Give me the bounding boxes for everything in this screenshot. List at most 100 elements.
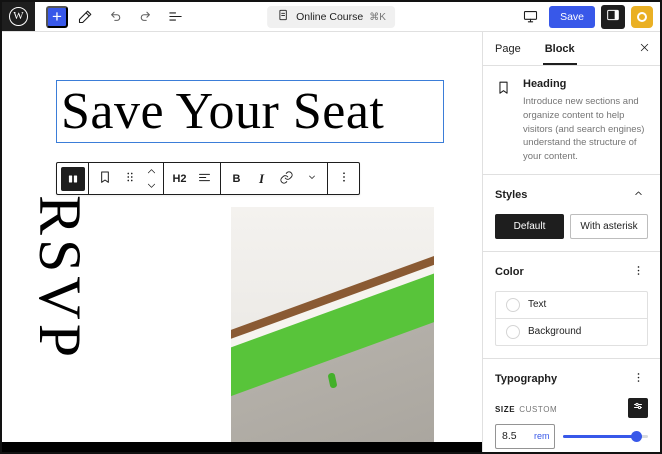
size-label: SIZE bbox=[495, 405, 515, 414]
plugin-icon bbox=[637, 12, 647, 22]
tab-block[interactable]: Block bbox=[533, 32, 587, 65]
style-with-asterisk-button[interactable]: With asterisk bbox=[570, 214, 648, 239]
sidebar-header: Page Block bbox=[483, 32, 660, 66]
font-size-controls: rem bbox=[495, 424, 648, 449]
block-inserter-button[interactable]: + bbox=[46, 6, 68, 28]
typography-title: Typography bbox=[495, 373, 557, 385]
redo-icon bbox=[137, 8, 154, 25]
redo-button[interactable] bbox=[132, 4, 158, 30]
editor-canvas: Save Your Seat bbox=[2, 32, 486, 452]
close-sidebar-button[interactable] bbox=[628, 32, 660, 65]
color-panel: Color Text Background bbox=[483, 251, 660, 358]
font-size-input[interactable] bbox=[502, 430, 530, 442]
text-color-row[interactable]: Text bbox=[496, 292, 647, 318]
size-labels: SIZE CUSTOM bbox=[495, 399, 557, 417]
heading-bookmark-icon bbox=[97, 169, 113, 188]
more-formats-button[interactable] bbox=[299, 164, 324, 193]
styles-panel-header: Styles bbox=[495, 185, 648, 205]
undo-button[interactable] bbox=[102, 4, 128, 30]
block-card: Heading Introduce new sections and organ… bbox=[483, 66, 660, 174]
block-type-button[interactable] bbox=[92, 164, 117, 193]
block-card-title: Heading bbox=[523, 78, 648, 90]
style-options: Default With asterisk bbox=[495, 214, 648, 239]
document-title-button[interactable]: Online Course ⌘K bbox=[267, 6, 395, 28]
save-button[interactable]: Save bbox=[549, 6, 595, 28]
font-size-label-row: SIZE CUSTOM bbox=[495, 398, 648, 418]
typography-panel: Typography SIZE CUSTOM bbox=[483, 358, 660, 452]
drag-handle[interactable] bbox=[117, 164, 142, 193]
align-button[interactable] bbox=[192, 164, 217, 193]
settings-sidebar-toggle[interactable] bbox=[601, 5, 625, 29]
move-down-button[interactable] bbox=[142, 179, 160, 194]
block-mover bbox=[142, 164, 160, 193]
link-icon bbox=[279, 170, 294, 188]
font-size-slider[interactable] bbox=[563, 426, 648, 446]
typography-panel-header: Typography bbox=[495, 369, 648, 389]
bold-button[interactable]: B bbox=[224, 164, 249, 193]
sliders-icon bbox=[632, 400, 644, 415]
chevron-up-icon bbox=[632, 187, 645, 203]
plugin-button[interactable] bbox=[631, 6, 653, 28]
toolbar-heading-segment: H2 bbox=[164, 163, 221, 194]
close-icon bbox=[638, 41, 651, 57]
toolbar-block-segment bbox=[89, 163, 164, 194]
heading-level-button[interactable]: H2 bbox=[167, 164, 192, 193]
command-palette-shortcut: ⌘K bbox=[369, 12, 386, 23]
size-presets-toggle-button[interactable] bbox=[628, 398, 648, 418]
size-custom-badge: CUSTOM bbox=[519, 405, 557, 414]
toolbar-format-segment: B I bbox=[221, 163, 328, 194]
page-icon bbox=[276, 8, 290, 27]
background-color-swatch bbox=[506, 325, 520, 339]
top-bar-right-tools: Save bbox=[517, 4, 660, 30]
plus-icon: + bbox=[52, 8, 62, 25]
vertical-heading-block[interactable]: RSVP bbox=[30, 195, 90, 361]
styles-panel: Styles Default With asterisk bbox=[483, 174, 660, 251]
styles-title: Styles bbox=[495, 189, 527, 201]
staircase-image-block[interactable] bbox=[231, 207, 434, 447]
ellipsis-vertical-icon bbox=[632, 371, 645, 387]
drag-dots-icon bbox=[123, 170, 137, 187]
desktop-icon bbox=[522, 8, 539, 25]
block-options-button[interactable] bbox=[331, 164, 356, 193]
block-card-text: Heading Introduce new sections and organ… bbox=[523, 78, 648, 164]
typography-options-menu-button[interactable] bbox=[628, 369, 648, 389]
link-button[interactable] bbox=[274, 164, 299, 193]
settings-sidebar: Page Block Heading Introduce new section… bbox=[482, 32, 660, 452]
style-default-button[interactable]: Default bbox=[495, 214, 564, 239]
edit-tool-button[interactable] bbox=[72, 4, 98, 30]
ellipsis-vertical-icon bbox=[632, 264, 645, 280]
columns-parent-icon bbox=[61, 167, 85, 191]
heading-block[interactable]: Save Your Seat bbox=[56, 80, 444, 143]
font-size-field: rem bbox=[495, 424, 555, 449]
styles-collapse-button[interactable] bbox=[628, 185, 648, 205]
background-color-row[interactable]: Background bbox=[496, 318, 647, 345]
top-bar-left-tools: W + bbox=[2, 2, 188, 31]
list-view-button[interactable] bbox=[162, 4, 188, 30]
italic-button[interactable]: I bbox=[249, 164, 274, 193]
slider-fill bbox=[563, 435, 636, 438]
ellipsis-vertical-icon bbox=[337, 170, 351, 187]
align-left-icon bbox=[197, 170, 212, 188]
bold-icon: B bbox=[233, 173, 241, 185]
black-section-block[interactable] bbox=[2, 442, 486, 452]
color-panel-header: Color bbox=[495, 262, 648, 282]
heading-block-icon bbox=[495, 78, 513, 164]
sidebar-icon bbox=[605, 7, 621, 26]
wordpress-logo-button[interactable]: W bbox=[2, 2, 35, 31]
wordpress-icon: W bbox=[9, 7, 28, 26]
select-parent-block-button[interactable] bbox=[60, 164, 85, 193]
editor-top-bar: W + bbox=[2, 2, 660, 32]
font-size-unit-select[interactable]: rem bbox=[534, 431, 550, 441]
toolbar-parent-segment bbox=[57, 163, 89, 194]
text-color-label: Text bbox=[528, 299, 546, 310]
move-up-button[interactable] bbox=[142, 164, 160, 179]
slider-handle[interactable] bbox=[631, 431, 642, 442]
color-options-menu-button[interactable] bbox=[628, 262, 648, 282]
heading-level-label: H2 bbox=[172, 173, 186, 185]
undo-icon bbox=[107, 8, 124, 25]
toolbar-options-segment bbox=[328, 163, 359, 194]
background-color-label: Background bbox=[528, 326, 581, 337]
preview-button[interactable] bbox=[517, 4, 543, 30]
tab-page[interactable]: Page bbox=[483, 32, 533, 65]
list-view-icon bbox=[167, 8, 184, 25]
